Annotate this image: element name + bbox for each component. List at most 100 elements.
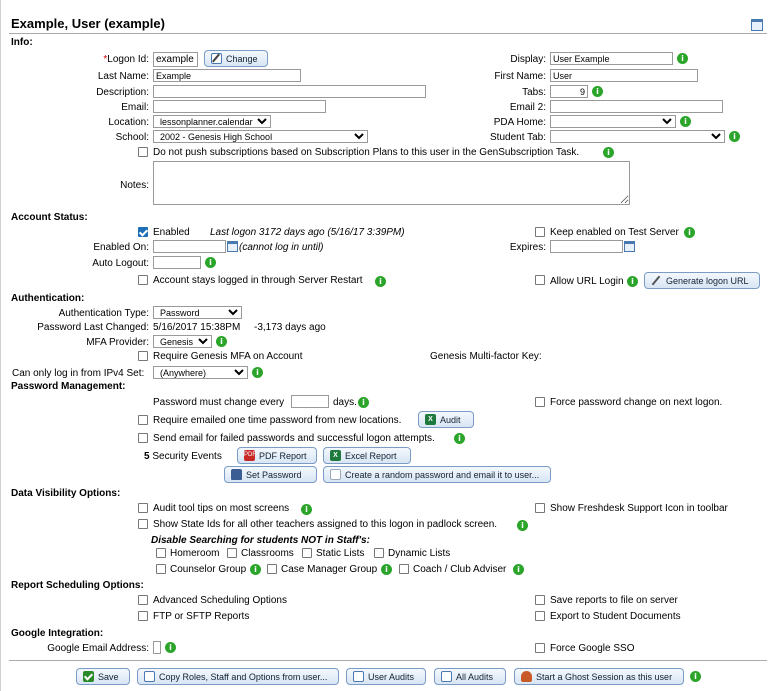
- force-change-checkbox[interactable]: [535, 397, 545, 407]
- generate-url-label: Generate logon URL: [666, 275, 749, 286]
- section-data-visibility: Data Visibility Options:: [11, 488, 121, 499]
- set-password-button[interactable]: Set Password: [224, 466, 317, 483]
- enabled-on-calendar-icon[interactable]: [227, 241, 238, 252]
- mfa-provider-select[interactable]: Genesis: [153, 335, 212, 348]
- require-emailed-checkbox[interactable]: [138, 415, 148, 425]
- google-email-input[interactable]: [153, 641, 161, 654]
- must-change-input[interactable]: [291, 395, 329, 408]
- auth-type-select[interactable]: Password: [153, 306, 242, 319]
- auto-logout-label: Auto Logout:: [92, 258, 149, 269]
- email2-input[interactable]: [550, 100, 723, 113]
- ipv4-info-icon[interactable]: i: [252, 367, 263, 378]
- school-select[interactable]: 2002 - Genesis High School: [153, 130, 368, 143]
- ipv4-select[interactable]: (Anywhere): [153, 366, 248, 379]
- stays-logged-info-icon[interactable]: i: [375, 276, 386, 287]
- student-tab-select[interactable]: [550, 130, 725, 143]
- logon-id-input[interactable]: [153, 52, 198, 67]
- excel-icon: X: [330, 450, 341, 461]
- all-audits-label: All Audits: [456, 671, 494, 682]
- section-password-management: Password Management:: [11, 381, 126, 392]
- section-authentication: Authentication:: [11, 293, 85, 304]
- header-divider: [9, 33, 767, 34]
- random-password-button[interactable]: Create a random password and email it to…: [323, 466, 551, 483]
- ftp-checkbox[interactable]: [138, 611, 148, 621]
- homeroom-label: Homeroom: [170, 548, 220, 559]
- pw-changed-days: -3,173 days ago: [254, 322, 326, 333]
- export-docs-checkbox[interactable]: [535, 611, 545, 621]
- static-lists-checkbox[interactable]: [302, 548, 312, 558]
- case-manager-checkbox[interactable]: [267, 564, 277, 574]
- display-input[interactable]: [550, 52, 673, 65]
- pdf-report-button[interactable]: PDF PDF Report: [237, 447, 317, 464]
- counselor-info-icon[interactable]: i: [250, 564, 261, 575]
- last-logon-text: Last logon 3172 days ago (5/16/17 3:39PM…: [210, 227, 405, 238]
- calendar-icon[interactable]: [751, 19, 763, 31]
- auto-logout-input[interactable]: [153, 256, 201, 269]
- audit-tips-label: Audit tool tips on most screens: [153, 503, 290, 514]
- audit-tips-checkbox[interactable]: [138, 503, 148, 513]
- change-logon-button[interactable]: Change: [204, 50, 268, 67]
- user-audits-button[interactable]: User Audits: [346, 668, 426, 685]
- random-password-label: Create a random password and email it to…: [345, 469, 540, 480]
- stays-logged-checkbox[interactable]: [138, 275, 148, 285]
- dynamic-lists-checkbox[interactable]: [374, 548, 384, 558]
- copy-roles-button[interactable]: Copy Roles, Staff and Options from user.…: [137, 668, 339, 685]
- require-mfa-checkbox[interactable]: [138, 351, 148, 361]
- audit-tips-info-icon[interactable]: i: [301, 504, 312, 515]
- ghost-info-icon[interactable]: i: [690, 671, 701, 682]
- require-emailed-label: Require emailed one time password from n…: [153, 415, 402, 426]
- email-input[interactable]: [153, 100, 326, 113]
- no-push-checkbox[interactable]: [138, 147, 148, 157]
- auto-logout-info-icon[interactable]: i: [205, 257, 216, 268]
- send-email-info-icon[interactable]: i: [454, 433, 465, 444]
- save-button[interactable]: Save: [76, 668, 130, 685]
- tabs-input[interactable]: [550, 85, 588, 98]
- pda-home-select[interactable]: [550, 115, 676, 128]
- coach-info-icon[interactable]: i: [513, 564, 524, 575]
- case-manager-info-icon[interactable]: i: [381, 564, 392, 575]
- student-tab-info-icon[interactable]: i: [729, 131, 740, 142]
- must-change-info-icon[interactable]: i: [358, 397, 369, 408]
- keep-enabled-checkbox[interactable]: [535, 227, 545, 237]
- expires-calendar-icon[interactable]: [624, 241, 635, 252]
- all-audits-button[interactable]: All Audits: [434, 668, 506, 685]
- enabled-checkbox[interactable]: [138, 227, 148, 237]
- state-ids-info-icon[interactable]: i: [517, 520, 528, 531]
- no-push-info-icon[interactable]: i: [603, 147, 614, 158]
- audit-button[interactable]: X Audit: [418, 411, 474, 428]
- last-name-input[interactable]: [153, 69, 301, 82]
- copy-icon: [144, 671, 155, 682]
- generate-logon-url-button[interactable]: Generate logon URL: [644, 272, 760, 289]
- notes-textarea[interactable]: [153, 161, 630, 205]
- display-info-icon[interactable]: i: [677, 53, 688, 64]
- mfa-info-icon[interactable]: i: [216, 336, 227, 347]
- user-audits-label: User Audits: [368, 671, 415, 682]
- allow-url-checkbox[interactable]: [535, 275, 545, 285]
- pda-home-info-icon[interactable]: i: [680, 116, 691, 127]
- send-email-checkbox[interactable]: [138, 433, 148, 443]
- ghost-session-button[interactable]: Start a Ghost Session as this user: [514, 668, 684, 685]
- section-google: Google Integration:: [11, 628, 104, 639]
- save-reports-checkbox[interactable]: [535, 595, 545, 605]
- description-input[interactable]: [153, 85, 426, 98]
- force-sso-checkbox[interactable]: [535, 643, 545, 653]
- homeroom-checkbox[interactable]: [156, 548, 166, 558]
- email2-label: Email 2:: [509, 102, 546, 113]
- counselor-group-checkbox[interactable]: [156, 564, 166, 574]
- excel-report-button[interactable]: X Excel Report: [323, 447, 411, 464]
- enabled-on-input[interactable]: [153, 240, 226, 253]
- freshdesk-checkbox[interactable]: [535, 503, 545, 513]
- keep-enabled-info-icon[interactable]: i: [684, 227, 695, 238]
- tabs-info-icon[interactable]: i: [592, 86, 603, 97]
- allow-url-info-icon[interactable]: i: [627, 276, 638, 287]
- advanced-scheduling-checkbox[interactable]: [138, 595, 148, 605]
- location-select[interactable]: lessonplanner.calendar: [153, 115, 271, 128]
- state-ids-checkbox[interactable]: [138, 519, 148, 529]
- force-sso-label: Force Google SSO: [550, 643, 635, 654]
- classrooms-checkbox[interactable]: [227, 548, 237, 558]
- google-email-info-icon[interactable]: i: [165, 642, 176, 653]
- advanced-scheduling-label: Advanced Scheduling Options: [153, 595, 287, 606]
- first-name-input[interactable]: [550, 69, 698, 82]
- expires-input[interactable]: [550, 240, 623, 253]
- coach-adviser-checkbox[interactable]: [399, 564, 409, 574]
